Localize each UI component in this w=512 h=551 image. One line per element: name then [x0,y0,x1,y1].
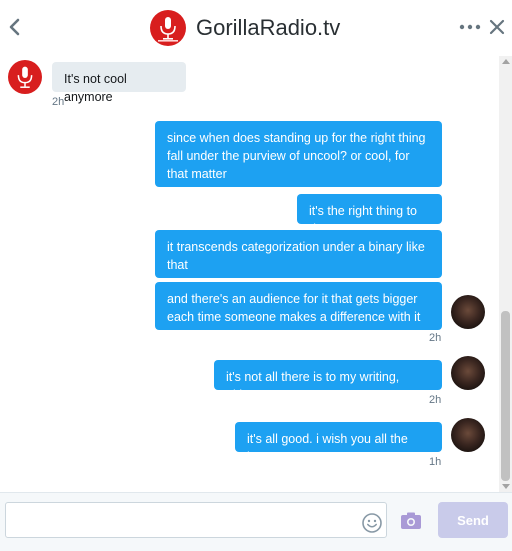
message-bubble-outgoing[interactable]: it's not all there is to my writing, eit… [214,360,442,402]
message-bubble-outgoing[interactable]: since when does standing up for the righ… [155,121,442,187]
message-timestamp: 2h [52,96,65,108]
sender-avatar[interactable] [8,60,42,94]
message-timestamp: 2h [429,332,442,344]
scroll-down-arrow[interactable] [502,484,510,489]
message-bubble-outgoing[interactable]: and there's an audience for it that gets… [155,282,442,330]
camera-icon [401,512,421,529]
more-dots-icon [459,24,481,30]
message-timestamp: 2h [429,394,442,406]
gorillaradio-avatar[interactable] [150,10,186,46]
message-bubble-incoming[interactable]: It's not cool anymore [52,62,186,104]
emoji-button[interactable] [361,512,383,534]
microphone-logo-icon [158,17,178,42]
microphone-logo-icon [17,66,33,88]
message-bubble-outgoing[interactable]: it's the right thing to do [297,194,442,236]
scrollbar-thumb[interactable] [501,311,510,481]
close-button[interactable] [486,14,508,40]
message-list[interactable]: It's not cool anymore 2h since when does… [0,56,499,492]
message-composer: Send [0,492,512,551]
user-avatar[interactable] [451,295,485,329]
chevron-left-icon [9,18,20,36]
add-photo-button[interactable] [399,510,423,532]
user-avatar[interactable] [451,356,485,390]
scrollbar[interactable] [499,56,512,492]
scroll-up-arrow[interactable] [502,59,510,64]
back-button[interactable] [4,14,26,40]
message-bubble-outgoing[interactable]: it's all good. i wish you all the best [235,422,442,464]
send-button[interactable]: Send [438,502,508,538]
smiley-icon [362,513,382,533]
message-bubble-outgoing[interactable]: it transcends categorization under a bin… [155,230,442,278]
message-timestamp: 1h [429,456,442,468]
conversation-title: GorillaRadio.tv [196,15,341,40]
close-icon [489,19,505,35]
user-avatar[interactable] [451,418,485,452]
conversation-header: GorillaRadio.tv [0,0,512,57]
more-options-button[interactable] [458,14,482,40]
message-input[interactable] [5,502,387,538]
